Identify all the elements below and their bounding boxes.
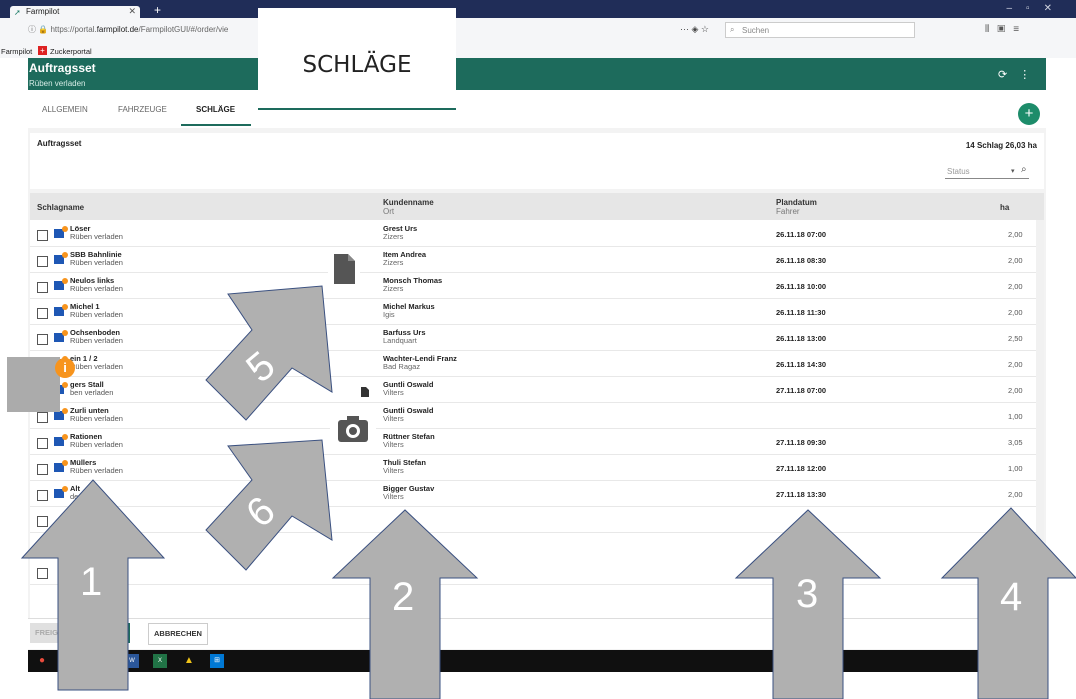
- arrow-label-4: 4: [1000, 575, 1023, 619]
- arrow-label-2: 2: [392, 575, 415, 619]
- arrow-label-1: 1: [80, 560, 103, 604]
- annotation-arrows: [20, 285, 1076, 699]
- arrow-5: [205, 285, 333, 421]
- arrow-label-3: 3: [796, 572, 819, 616]
